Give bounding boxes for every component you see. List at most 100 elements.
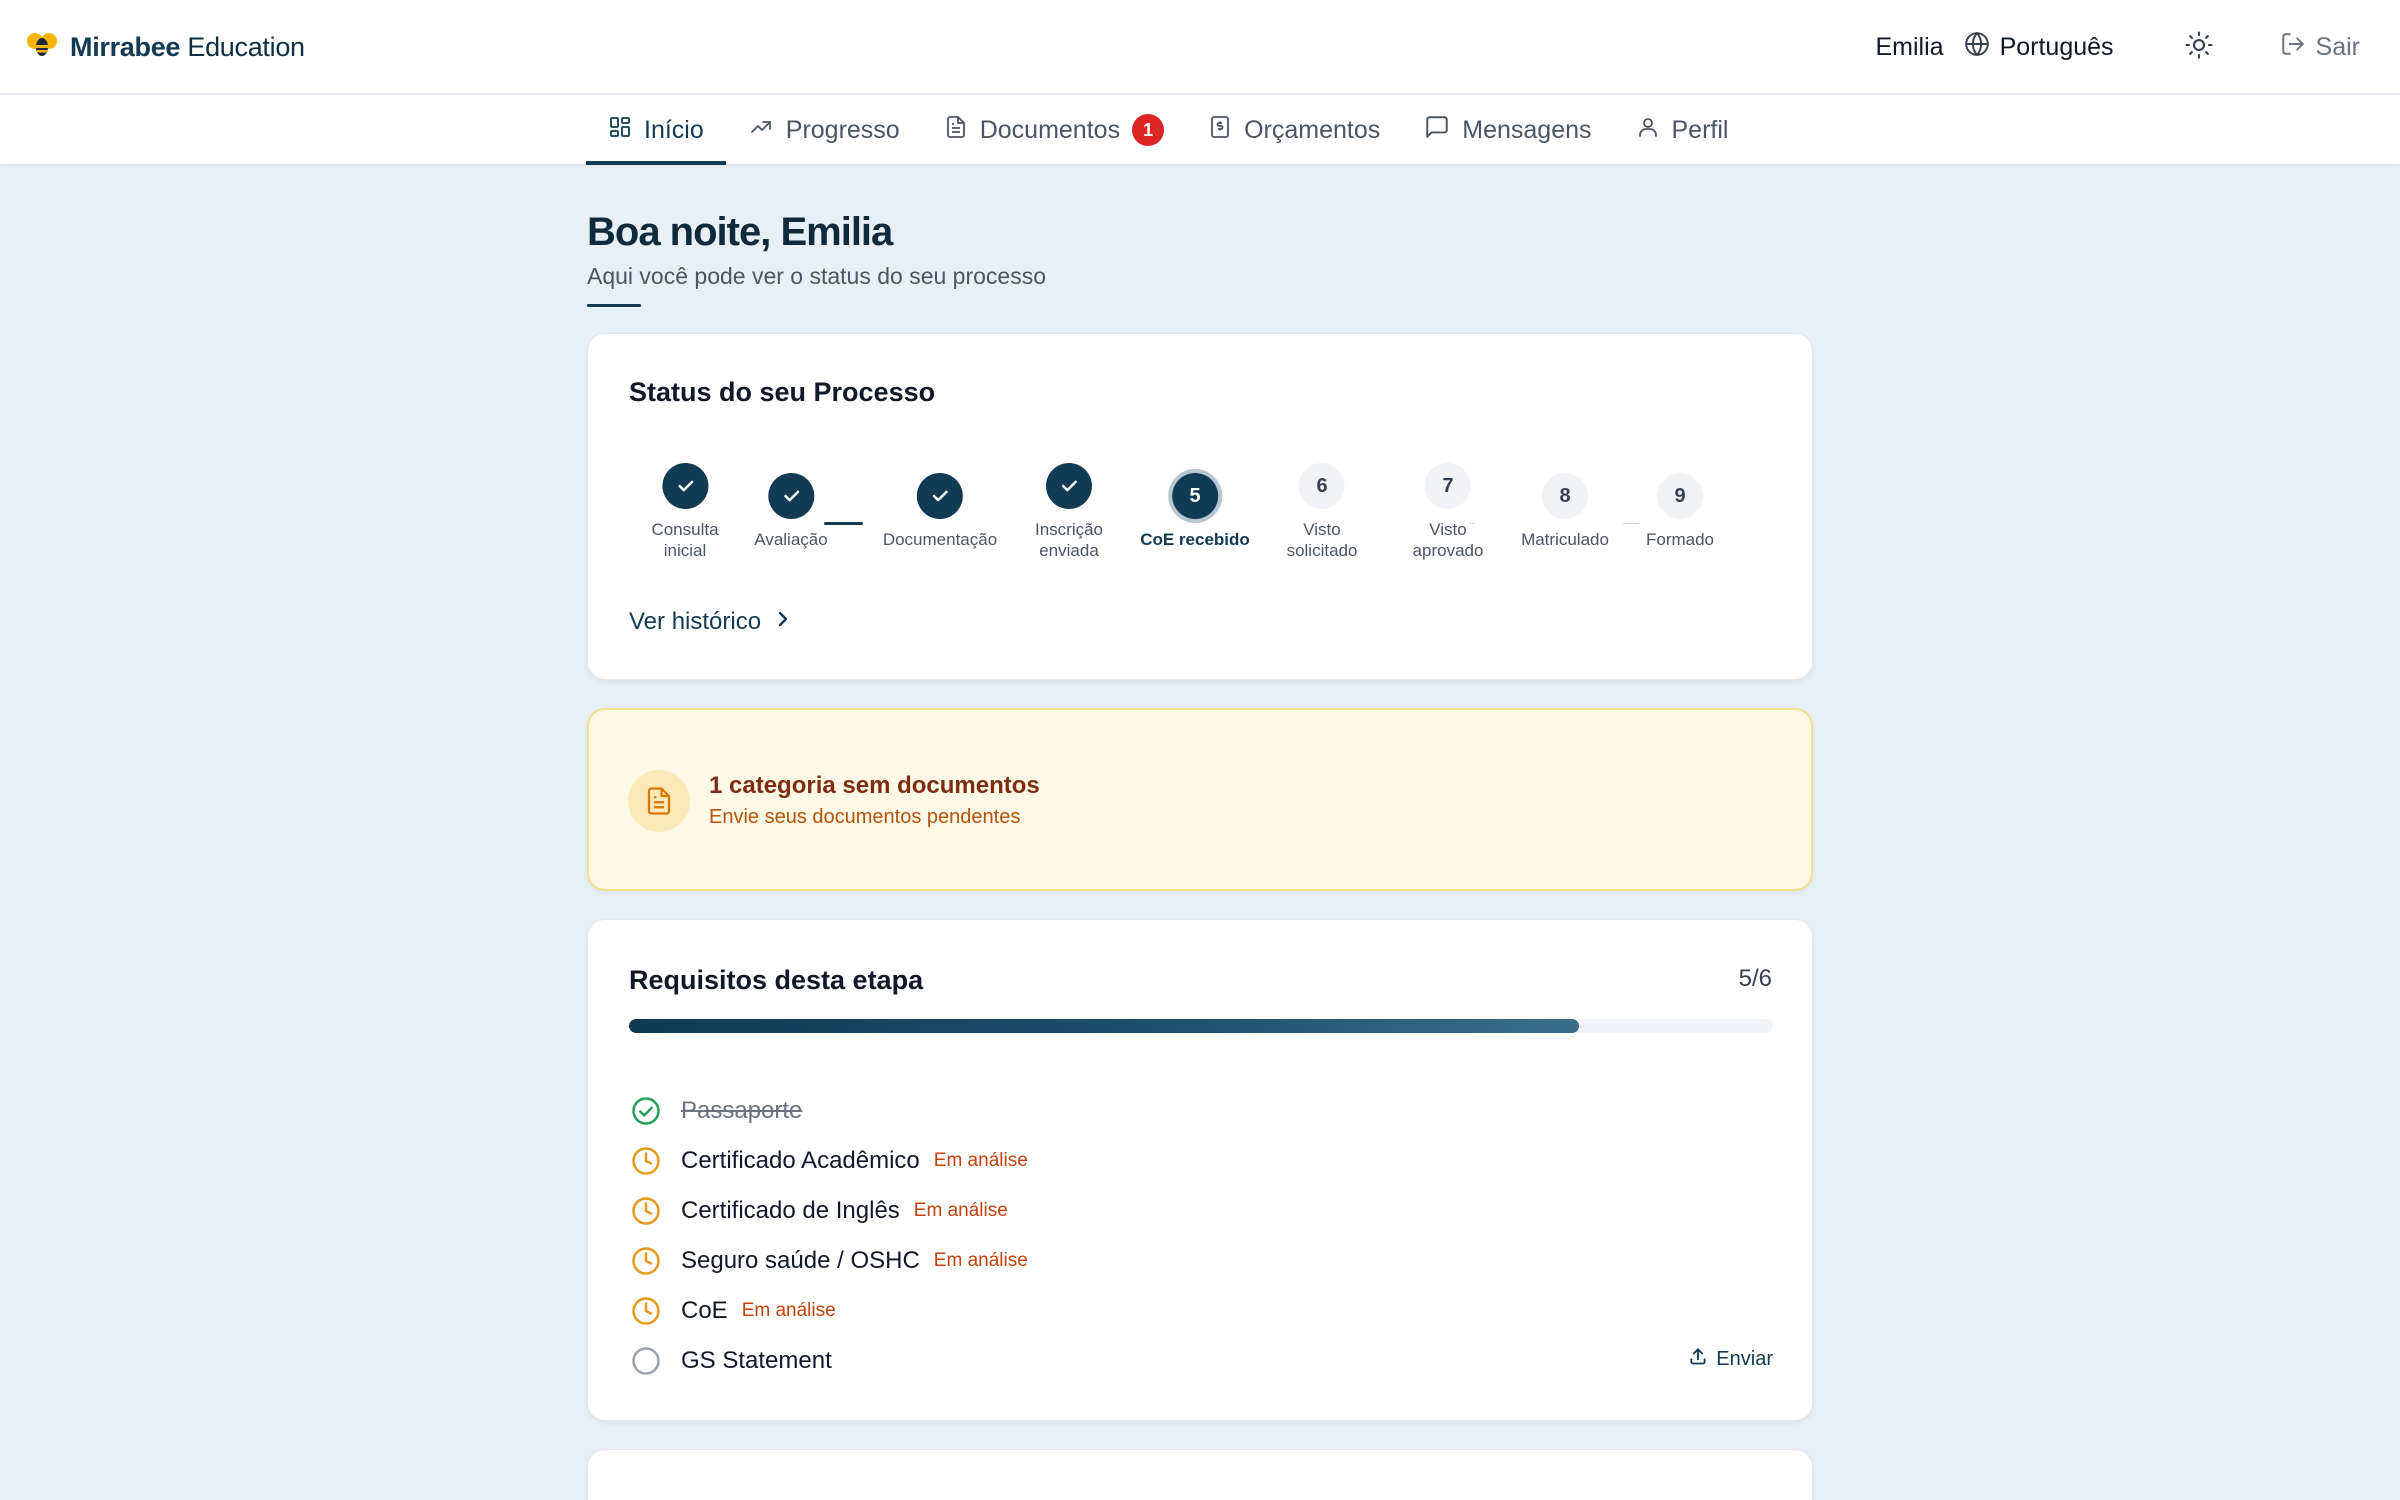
step-label: CoE recebido: [1140, 530, 1250, 549]
requirement-item: GS Statement Enviar: [629, 1336, 1773, 1386]
message-icon: [1424, 114, 1450, 147]
tab-documentos[interactable]: Documentos 1: [922, 95, 1186, 165]
requirement-item: Seguro saúde / OSHC Em análise: [629, 1236, 1773, 1286]
missing-documents-alert[interactable]: 1 categoria sem documentos Envie seus do…: [587, 708, 1813, 891]
requirement-item: Passaporte: [629, 1086, 1773, 1136]
step-label: Avaliação: [754, 530, 828, 549]
step-number: 5: [1172, 473, 1218, 519]
top-header: Mirrabee Education Emilia Português Sair: [0, 0, 2400, 94]
step-7: 7 Visto aprovado: [1412, 463, 1484, 561]
requirement-status: Em análise: [913, 1200, 1008, 1221]
requirement-item: Certificado de Inglês Em análise: [629, 1186, 1773, 1236]
tab-label: Mensagens: [1462, 115, 1592, 144]
requirement-name: Certificado Acadêmico: [681, 1147, 920, 1174]
progress-fill: [629, 1019, 1579, 1033]
requirement-name: Certificado de Inglês: [681, 1197, 900, 1224]
requirements-progress-bar: [629, 1019, 1773, 1033]
sun-icon: [2184, 30, 2214, 65]
brand-logo-link[interactable]: Mirrabee Education: [26, 30, 305, 64]
document-alert-icon: [628, 770, 690, 832]
requirement-name: GS Statement: [681, 1347, 832, 1374]
step-connector: [824, 522, 863, 525]
upload-icon: [1688, 1346, 1708, 1372]
step-5: 5 CoE recebido: [1140, 473, 1250, 550]
trending-up-icon: [748, 115, 774, 146]
tab-label: Documentos: [979, 115, 1121, 144]
requirement-name: Seguro saúde / OSHC: [681, 1247, 920, 1274]
check-icon: [768, 473, 814, 519]
main-content: Boa noite, Emilia Aqui você pode ver o s…: [587, 165, 1813, 1500]
requirement-item: CoE Em análise: [629, 1286, 1773, 1336]
alert-subtitle: Envie seus documentos pendentes: [709, 806, 1021, 828]
step-label: Visto aprovado: [1412, 520, 1484, 560]
history-link-label: Ver histórico: [629, 608, 762, 635]
clock-icon: [629, 1144, 663, 1178]
chevron-right-icon: [775, 608, 791, 636]
invoice-icon: [1208, 114, 1232, 147]
check-icon: [1046, 463, 1092, 509]
check-icon: [661, 463, 708, 509]
upload-button[interactable]: Enviar: [1688, 1346, 1773, 1372]
step-number: 9: [1657, 473, 1703, 519]
process-stepper: Consulta inicial Avaliação Documentação …: [629, 463, 1773, 560]
logout-label: Sair: [2315, 32, 2360, 61]
theme-toggle-button[interactable]: [2180, 28, 2218, 66]
brand-name: Mirrabee Education: [70, 31, 305, 62]
requirement-name: CoE: [681, 1297, 728, 1324]
tab-label: Perfil: [1671, 115, 1729, 144]
step-4: Inscrição enviada: [1035, 463, 1103, 561]
tab-orcamentos[interactable]: Orçamentos: [1186, 95, 1402, 165]
clock-icon: [629, 1194, 663, 1228]
user-icon: [1636, 114, 1660, 147]
clock-icon: [629, 1294, 663, 1328]
requirements-card: Requisitos desta etapa 5/6 Passaporte Ce…: [587, 919, 1813, 1421]
main-navigation: Início Progresso Documentos 1 Orçamentos…: [0, 95, 2400, 165]
tab-progresso[interactable]: Progresso: [726, 95, 922, 165]
step-6: 6 Visto solicitado: [1287, 463, 1357, 561]
notification-badge: 1: [1132, 114, 1165, 146]
step-label: Formado: [1645, 530, 1715, 549]
title-underline: [587, 304, 641, 307]
step-label: Matriculado: [1521, 530, 1609, 549]
language-label: Português: [1999, 32, 2114, 61]
logout-icon: [2280, 31, 2306, 64]
greeting-title: Boa noite, Emilia: [587, 210, 893, 254]
language-selector[interactable]: Português: [1964, 31, 2114, 64]
step-label: Documentação: [882, 530, 998, 549]
step-2: Avaliação: [754, 473, 828, 550]
step-8: 8 Matriculado: [1521, 473, 1609, 550]
tab-mensagens[interactable]: Mensagens: [1402, 95, 1613, 165]
tab-label: Início: [644, 115, 704, 144]
step-number: 8: [1542, 473, 1588, 519]
document-icon: [944, 114, 968, 147]
step-label: Consulta inicial: [651, 520, 719, 560]
requirements-count: 5/6: [1738, 965, 1772, 992]
requirement-name: Passaporte: [681, 1097, 803, 1124]
requirement-status: Em análise: [741, 1300, 836, 1321]
greeting-subtitle: Aqui você pode ver o status do seu proce…: [587, 263, 1047, 289]
user-name: Emilia: [1875, 32, 1944, 61]
tab-inicio[interactable]: Início: [586, 95, 726, 165]
alert-title: 1 categoria sem documentos: [709, 772, 1040, 799]
empty-circle-icon: [629, 1344, 663, 1378]
process-status-card: Status do seu Processo Consulta inicial …: [587, 333, 1813, 680]
bee-logo-icon: [26, 30, 58, 65]
clock-icon: [629, 1244, 663, 1278]
logout-button[interactable]: Sair: [2280, 31, 2360, 64]
check-icon: [917, 473, 963, 519]
tab-label: Progresso: [785, 115, 900, 144]
tab-perfil[interactable]: Perfil: [1614, 95, 1751, 165]
tab-label: Orçamentos: [1244, 115, 1381, 144]
step-1: Consulta inicial: [651, 463, 719, 561]
requirements-list: Passaporte Certificado Acadêmico Em anál…: [629, 1086, 1773, 1386]
globe-icon: [1964, 31, 1990, 64]
step-number: 6: [1299, 463, 1345, 509]
requirement-item: Certificado Acadêmico Em análise: [629, 1136, 1773, 1186]
step-label: Inscrição enviada: [1034, 520, 1104, 560]
requirement-status: Em análise: [933, 1150, 1028, 1171]
requirement-status: Em análise: [933, 1250, 1028, 1271]
step-9: 9 Formado: [1646, 473, 1714, 550]
dashboard-icon: [608, 115, 632, 146]
view-history-link[interactable]: Ver histórico: [629, 608, 791, 636]
upload-label: Enviar: [1716, 1347, 1773, 1370]
